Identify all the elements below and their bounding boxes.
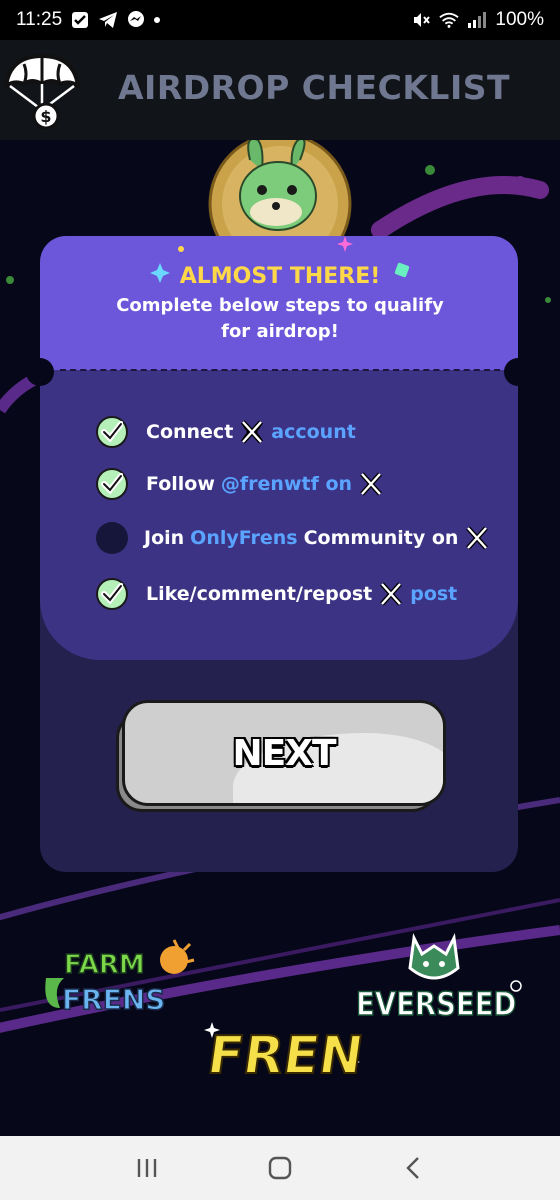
telegram-icon bbox=[98, 10, 118, 30]
check-icon bbox=[96, 578, 128, 610]
step-join-onlyfrens[interactable]: Join OnlyFrens Community on bbox=[96, 522, 496, 554]
fren-logo[interactable]: FREN bbox=[200, 1020, 370, 1120]
check-icon bbox=[96, 416, 128, 448]
recent-apps-icon[interactable] bbox=[117, 1148, 177, 1188]
account-link[interactable]: account bbox=[271, 421, 356, 443]
steps-area bbox=[40, 370, 518, 660]
step-text: Join bbox=[144, 527, 185, 549]
app-header: $ AIRDROP CHECKLIST bbox=[0, 40, 560, 140]
battery-percent: 100% bbox=[495, 9, 544, 30]
step-connect-x[interactable]: Connect account bbox=[96, 416, 356, 448]
signal-icon bbox=[467, 10, 487, 30]
card-subtitle-line2: for airdrop! bbox=[221, 321, 339, 342]
mute-icon bbox=[411, 10, 431, 30]
next-button-label: NEXT bbox=[232, 732, 336, 774]
card-heading: ALMOST THERE! bbox=[179, 264, 381, 289]
wifi-icon bbox=[439, 10, 460, 30]
status-bar: 11:25 100% bbox=[0, 0, 560, 40]
mascot-coin-image bbox=[208, 140, 352, 250]
card-subtitle-line1: Complete below steps to qualify bbox=[116, 295, 444, 316]
farm-frens-text-line1: FARM bbox=[63, 950, 145, 980]
step-text: Follow bbox=[146, 473, 215, 495]
ticket-notch-left bbox=[26, 358, 54, 386]
ticket-divider bbox=[60, 369, 500, 371]
step-text: Community on bbox=[303, 527, 459, 549]
unchecked-icon bbox=[96, 522, 128, 554]
x-logo-icon bbox=[464, 525, 490, 551]
parachute-money-icon[interactable]: $ bbox=[2, 50, 82, 130]
x-logo-icon bbox=[378, 581, 404, 607]
step-text: Like/comment/repost bbox=[146, 583, 373, 605]
post-link[interactable]: post bbox=[410, 583, 457, 605]
status-time: 11:25 bbox=[16, 9, 63, 30]
step-follow-frenwtf[interactable]: Follow @frenwtf on bbox=[96, 468, 390, 500]
page-title: AIRDROP CHECKLIST bbox=[118, 68, 511, 107]
notification-dot-icon bbox=[154, 17, 161, 23]
messenger-icon bbox=[126, 10, 146, 30]
ticket-notch-right bbox=[504, 358, 532, 386]
step-like-comment-repost[interactable]: Like/comment/repost post bbox=[96, 578, 457, 610]
x-logo-icon bbox=[358, 471, 384, 497]
svg-text:$: $ bbox=[40, 107, 51, 126]
x-logo-icon bbox=[239, 419, 265, 445]
gmail-check-icon bbox=[70, 10, 90, 30]
frenwtf-link[interactable]: @frenwtf on bbox=[221, 473, 352, 495]
fren-text: FREN bbox=[203, 1025, 368, 1087]
onlyfrens-link[interactable]: OnlyFrens bbox=[190, 527, 297, 549]
next-button[interactable]: NEXT bbox=[122, 700, 446, 806]
home-icon[interactable] bbox=[250, 1148, 310, 1188]
farm-frens-text-line2: FRENS bbox=[61, 983, 166, 1016]
step-text: Connect bbox=[146, 421, 234, 443]
everseed-logo[interactable]: EVERSEED bbox=[355, 928, 526, 1038]
check-icon bbox=[96, 468, 128, 500]
android-nav-bar bbox=[0, 1136, 560, 1200]
back-icon[interactable] bbox=[383, 1148, 443, 1188]
everseed-text: EVERSEED bbox=[355, 985, 517, 1023]
